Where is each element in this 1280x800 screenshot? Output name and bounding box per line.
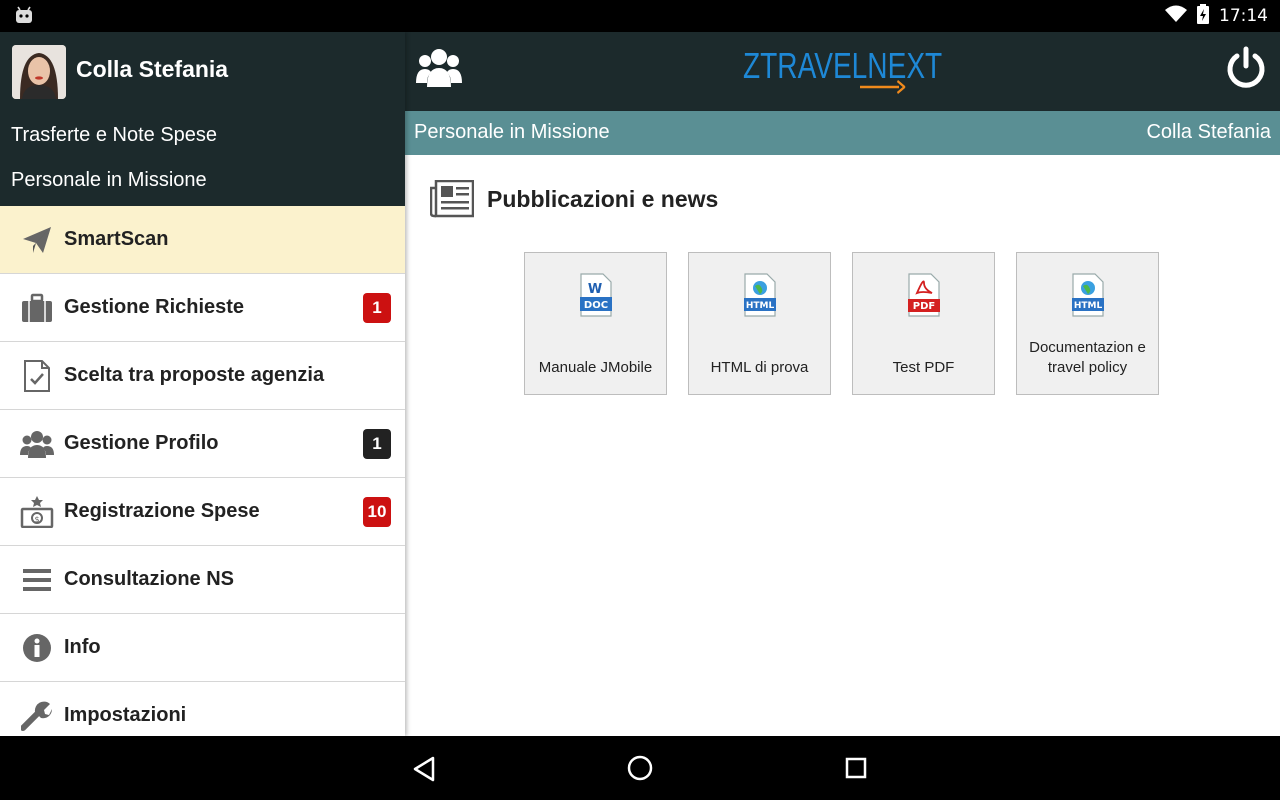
document-tile-html-prova[interactable]: HTML HTML di prova: [688, 252, 831, 395]
users-icon: [20, 427, 54, 461]
menu-item-label: Gestione Profilo: [64, 432, 219, 454]
document-tile-travel-policy[interactable]: HTML Documentazion e travel policy: [1016, 252, 1159, 395]
avatar[interactable]: [12, 45, 66, 99]
home-button[interactable]: [627, 755, 653, 786]
section-title: Pubblicazioni e news: [487, 186, 719, 212]
document-label: Documentazion e travel policy: [1029, 339, 1146, 376]
menu-item-smartscan[interactable]: SmartScan: [0, 206, 405, 274]
svg-text:W: W: [587, 282, 601, 297]
wifi-icon: [1165, 5, 1187, 28]
menu-item-label: Consultazione NS: [64, 568, 235, 590]
document-label: Test PDF: [892, 359, 955, 376]
back-icon: [413, 756, 435, 782]
battery-charging-icon: [1197, 3, 1209, 29]
menu-item-consultazione-ns[interactable]: Consultazione NS: [0, 546, 405, 614]
back-button[interactable]: [412, 756, 436, 787]
notification-badge: 1: [363, 428, 391, 459]
app-bar: ZTRAVEL NEXT: [405, 32, 1280, 111]
drawer-role[interactable]: Personale in Missione: [11, 169, 207, 192]
menu-item-label: Gestione Richieste: [64, 296, 245, 318]
menu-item-label: SmartScan: [64, 228, 169, 250]
menu-item-label: Info: [64, 636, 101, 658]
menu-item-gestione-richieste[interactable]: Gestione Richieste 1: [0, 274, 405, 342]
html-file-icon: HTML: [1070, 273, 1106, 322]
drawer-header: Colla Stefania Trasferte e Note Spese Pe…: [0, 32, 405, 206]
drawer-app-section[interactable]: Trasferte e Note Spese: [11, 124, 217, 147]
clock: 17:14: [1219, 6, 1268, 26]
wrench-icon: [20, 699, 54, 733]
pdf-file-icon: PDF: [906, 273, 942, 322]
document-tile-test-pdf[interactable]: PDF Test PDF: [852, 252, 995, 395]
status-bar: 17:14: [0, 0, 1280, 32]
navigation-drawer: Colla Stefania Trasferte e Note Spese Pe…: [0, 32, 405, 736]
notification-badge: 10: [363, 496, 391, 527]
svg-text:HTML: HTML: [1073, 301, 1102, 311]
paper-plane-icon: [20, 223, 54, 257]
svg-text:PDF: PDF: [912, 301, 934, 312]
notification-badge: 1: [363, 292, 391, 323]
svg-text:HTML: HTML: [745, 301, 774, 311]
recents-icon: [845, 757, 867, 779]
money-bill-icon: $: [20, 495, 54, 529]
svg-text:DOC: DOC: [583, 300, 607, 311]
users-group-button[interactable]: [416, 46, 462, 93]
menu-item-label: Scelta tra proposte agenzia: [64, 364, 325, 386]
menu-item-label: Impostazioni: [64, 704, 187, 726]
users-icon: [416, 49, 462, 87]
menu-item-gestione-profilo[interactable]: Gestione Profilo 1: [0, 410, 405, 478]
checked-document-icon: [20, 359, 54, 393]
briefcase-icon: [20, 291, 54, 325]
current-user: Colla Stefania: [1146, 121, 1271, 143]
current-role: Personale in Missione: [414, 121, 610, 143]
menu-item-registrazione-spese[interactable]: $ Registrazione Spese 10: [0, 478, 405, 546]
info-icon: [20, 631, 54, 665]
logo-ztravel: ZTRAVEL: [743, 45, 868, 86]
document-label: Manuale JMobile: [538, 359, 653, 376]
recents-button[interactable]: [845, 757, 867, 784]
list-icon: [20, 563, 54, 597]
system-navigation-bar: [0, 736, 1280, 800]
document-tile-manuale[interactable]: W DOC Manuale JMobile: [524, 252, 667, 395]
word-doc-icon: W DOC: [578, 273, 614, 322]
user-name: Colla Stefania: [76, 56, 229, 82]
main-content: Pubblicazioni e news W DOC Manuale JMobil…: [405, 155, 1280, 736]
android-notification-icon: [14, 6, 34, 29]
power-icon: [1227, 46, 1265, 88]
html-file-icon: HTML: [742, 273, 778, 322]
menu-item-scelta-proposte[interactable]: Scelta tra proposte agenzia: [0, 342, 405, 410]
newspaper-icon: [429, 179, 475, 223]
svg-text:$: $: [34, 515, 39, 524]
menu-item-info[interactable]: Info: [0, 614, 405, 682]
power-button[interactable]: [1226, 46, 1266, 93]
menu-item-label: Registrazione Spese: [64, 500, 260, 522]
menu-item-impostazioni[interactable]: Impostazioni: [0, 682, 405, 736]
logo-arrow-icon: [860, 61, 907, 103]
document-label: HTML di prova: [710, 359, 809, 376]
home-icon: [627, 755, 653, 781]
context-bar: Personale in Missione Colla Stefania: [405, 111, 1280, 155]
app-logo: ZTRAVEL NEXT: [743, 45, 942, 95]
